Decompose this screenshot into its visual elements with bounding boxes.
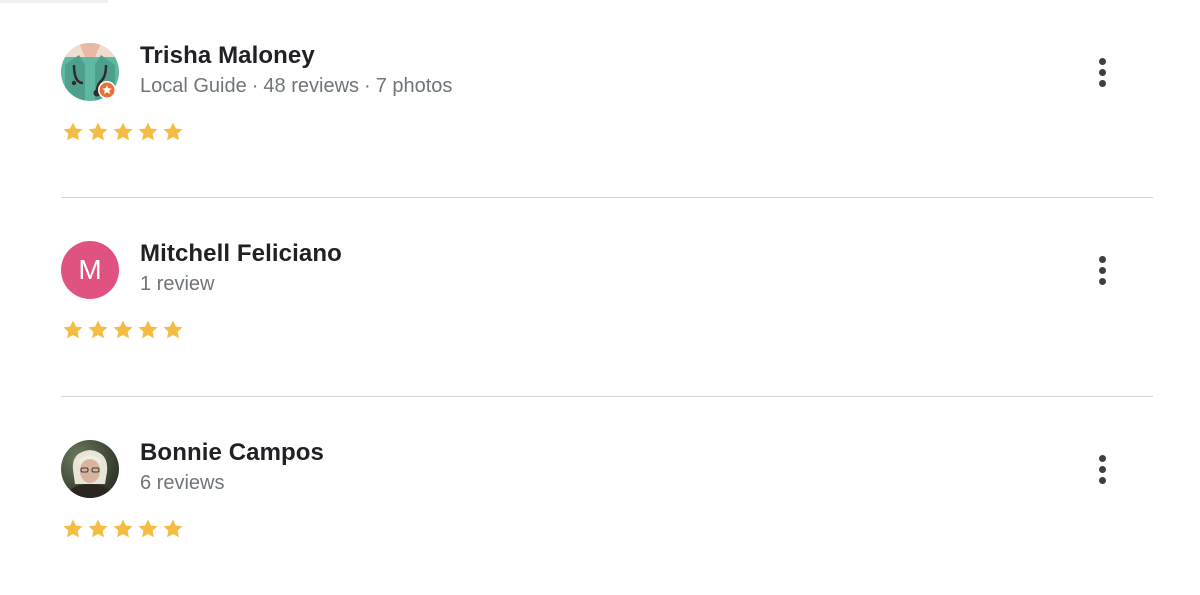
star-icon xyxy=(88,122,108,141)
star-icon xyxy=(113,320,133,339)
reviewer-name[interactable]: Mitchell Feliciano xyxy=(140,240,342,268)
reviews-list: Trisha Maloney Local Guide · 48 reviews · 7 … xyxy=(61,0,1153,595)
more-options-button[interactable] xyxy=(1087,250,1117,290)
reviewer-name[interactable]: Trisha Maloney xyxy=(140,42,315,70)
local-guide-label: Local Guide xyxy=(140,75,247,97)
star-icon xyxy=(163,122,183,141)
star-icon xyxy=(63,320,83,339)
star-icon xyxy=(163,320,183,339)
reviewer-meta: 1 review xyxy=(140,273,214,296)
reviewer-meta: Local Guide · 48 reviews · 7 photos xyxy=(140,75,452,98)
reviewer-meta: 6 reviews xyxy=(140,472,224,495)
doctor-avatar-icon xyxy=(61,43,119,101)
more-vert-icon xyxy=(1098,454,1106,462)
letter-avatar: M xyxy=(61,241,119,299)
more-vert-icon xyxy=(1098,57,1106,65)
reviewer-avatar[interactable] xyxy=(61,43,119,101)
star-icon xyxy=(63,519,83,538)
star-rating xyxy=(61,318,185,346)
review-item: M Mitchell Feliciano 1 review xyxy=(61,198,1153,396)
more-vert-icon xyxy=(1098,255,1106,263)
star-rating xyxy=(61,120,185,148)
reviewer-avatar[interactable]: M xyxy=(61,241,119,299)
star-rating xyxy=(61,517,185,545)
star-icon xyxy=(138,122,158,141)
profile-photo-avatar xyxy=(61,440,119,498)
star-icon xyxy=(88,320,108,339)
more-options-button[interactable] xyxy=(1087,449,1117,489)
star-icon xyxy=(113,122,133,141)
review-count: 6 reviews xyxy=(140,472,225,494)
star-icon xyxy=(138,320,158,339)
star-icon xyxy=(163,519,183,538)
review-item: Bonnie Campos 6 reviews xyxy=(61,397,1153,595)
review-count: 48 reviews xyxy=(263,75,360,97)
star-icon xyxy=(63,122,83,141)
photo-count: 7 photos xyxy=(375,75,453,97)
reviewer-name[interactable]: Bonnie Campos xyxy=(140,439,324,467)
review-count: 1 review xyxy=(140,273,215,295)
star-icon xyxy=(88,519,108,538)
more-options-button[interactable] xyxy=(1087,52,1117,92)
star-icon xyxy=(138,519,158,538)
review-item: Trisha Maloney Local Guide · 48 reviews · 7 … xyxy=(61,0,1153,197)
star-icon xyxy=(113,519,133,538)
meta-separator: · xyxy=(251,75,259,97)
reviewer-avatar[interactable] xyxy=(61,440,119,498)
meta-separator: · xyxy=(364,75,371,97)
